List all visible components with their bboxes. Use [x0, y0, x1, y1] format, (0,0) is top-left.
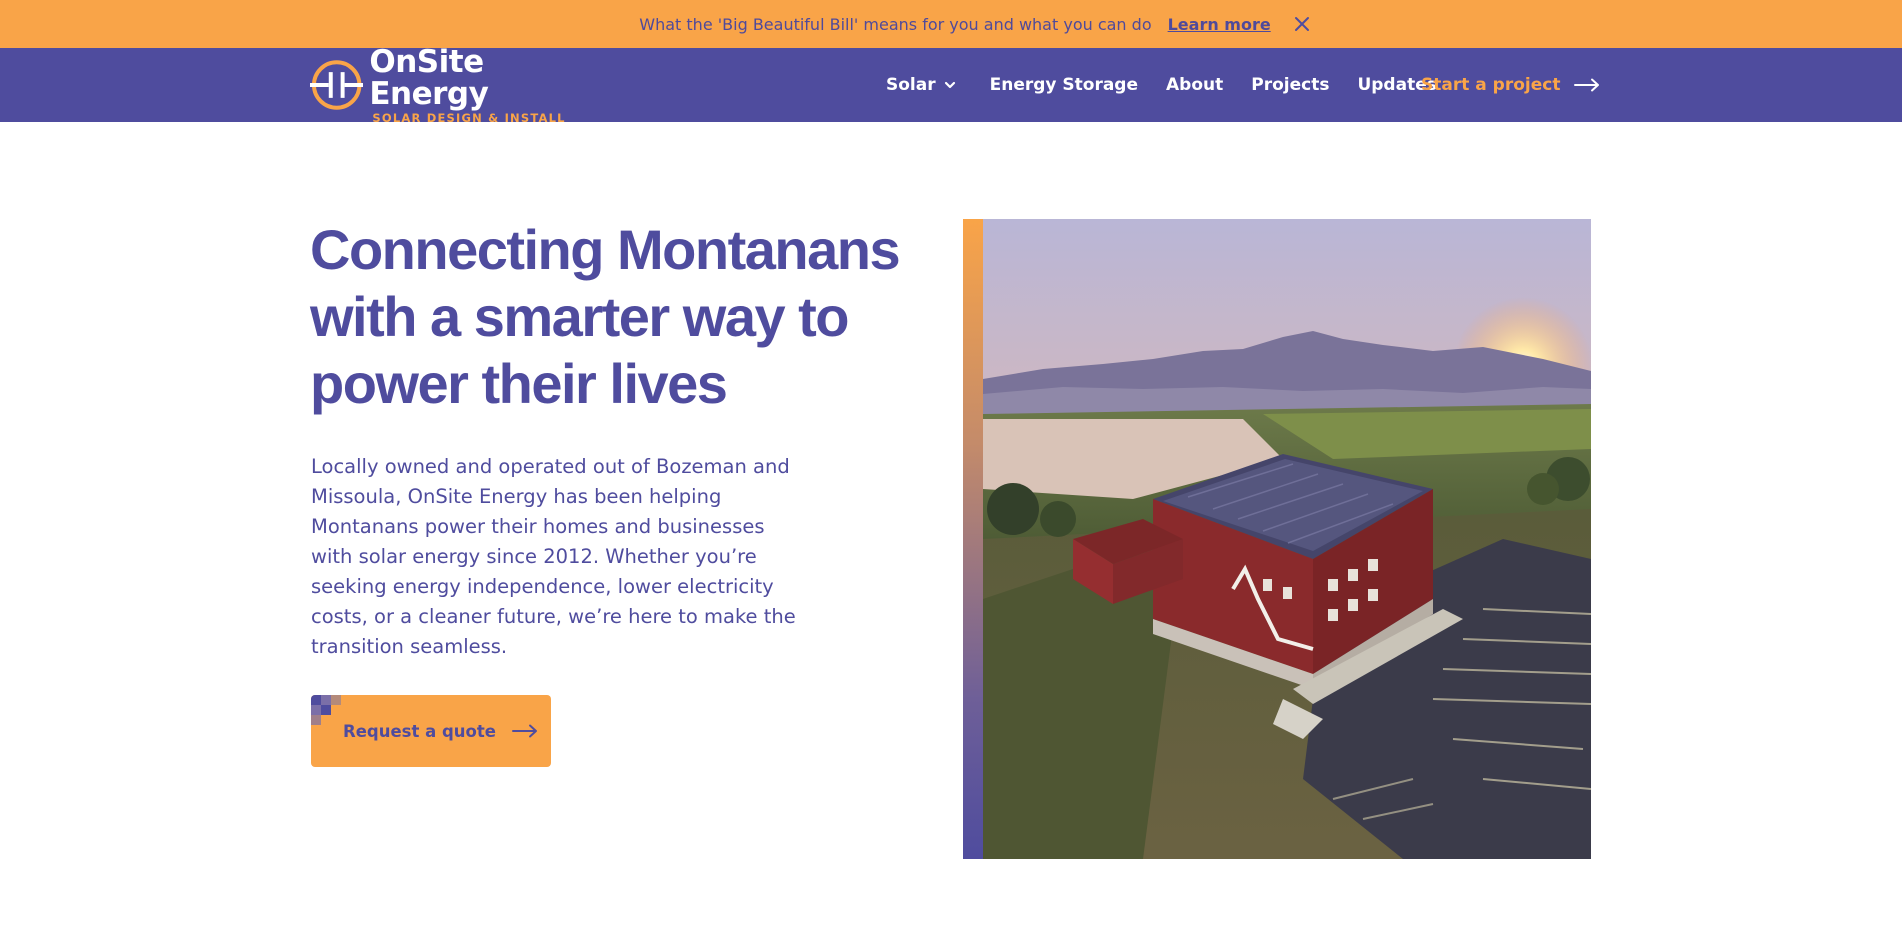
- start-project-label: Start a project: [1421, 75, 1561, 95]
- arrow-right-icon: [1574, 78, 1600, 92]
- main-navigation: OnSite Energy SOLAR DESIGN & INSTALL Sol…: [0, 46, 1902, 125]
- chevron-down-icon: [944, 79, 956, 91]
- learn-more-link[interactable]: Learn more: [1168, 15, 1271, 34]
- close-announcement-button[interactable]: [1290, 12, 1314, 36]
- nav-item-solar[interactable]: Solar: [886, 75, 956, 95]
- hero-image: [963, 219, 1591, 859]
- nav-item-label: About: [1166, 75, 1224, 95]
- brand-name: OnSite Energy: [369, 43, 489, 112]
- nav-item-energy-storage[interactable]: Energy Storage: [990, 75, 1138, 95]
- nav-links: Solar Energy Storage About Projects Upda…: [886, 48, 1465, 122]
- nav-item-about[interactable]: About: [1166, 75, 1223, 95]
- announcement-bar: What the 'Big Beautiful Bill' means for …: [0, 0, 1902, 48]
- nav-item-label: Solar: [886, 75, 936, 95]
- brand-tagline: SOLAR DESIGN & INSTALL: [372, 110, 566, 125]
- pixel-pattern-icon: [311, 695, 341, 725]
- solar-building-photo: [983, 219, 1591, 859]
- close-icon: [1295, 17, 1309, 31]
- start-project-link[interactable]: Start a project: [1421, 48, 1600, 122]
- hero-description: Locally owned and operated out of Bozema…: [311, 455, 796, 658]
- logo-mark-icon: [310, 60, 364, 110]
- nav-item-label: Projects: [1251, 75, 1330, 95]
- announcement-text: What the 'Big Beautiful Bill' means for …: [639, 14, 1152, 34]
- request-quote-button[interactable]: Request a quote: [311, 695, 551, 767]
- arrow-right-icon: [511, 724, 538, 738]
- accent-bar: [963, 219, 983, 859]
- logo-link[interactable]: OnSite Energy SOLAR DESIGN & INSTALL: [310, 46, 610, 125]
- hero-title: Connecting Montanans with a smarter way …: [310, 218, 901, 415]
- announcement-content: What the 'Big Beautiful Bill' means for …: [639, 15, 1270, 34]
- nav-item-label: Energy Storage: [989, 75, 1139, 95]
- request-quote-label: Request a quote: [343, 721, 496, 741]
- logo-text: OnSite Energy SOLAR DESIGN & INSTALL: [369, 46, 610, 125]
- nav-item-projects[interactable]: Projects: [1251, 75, 1329, 95]
